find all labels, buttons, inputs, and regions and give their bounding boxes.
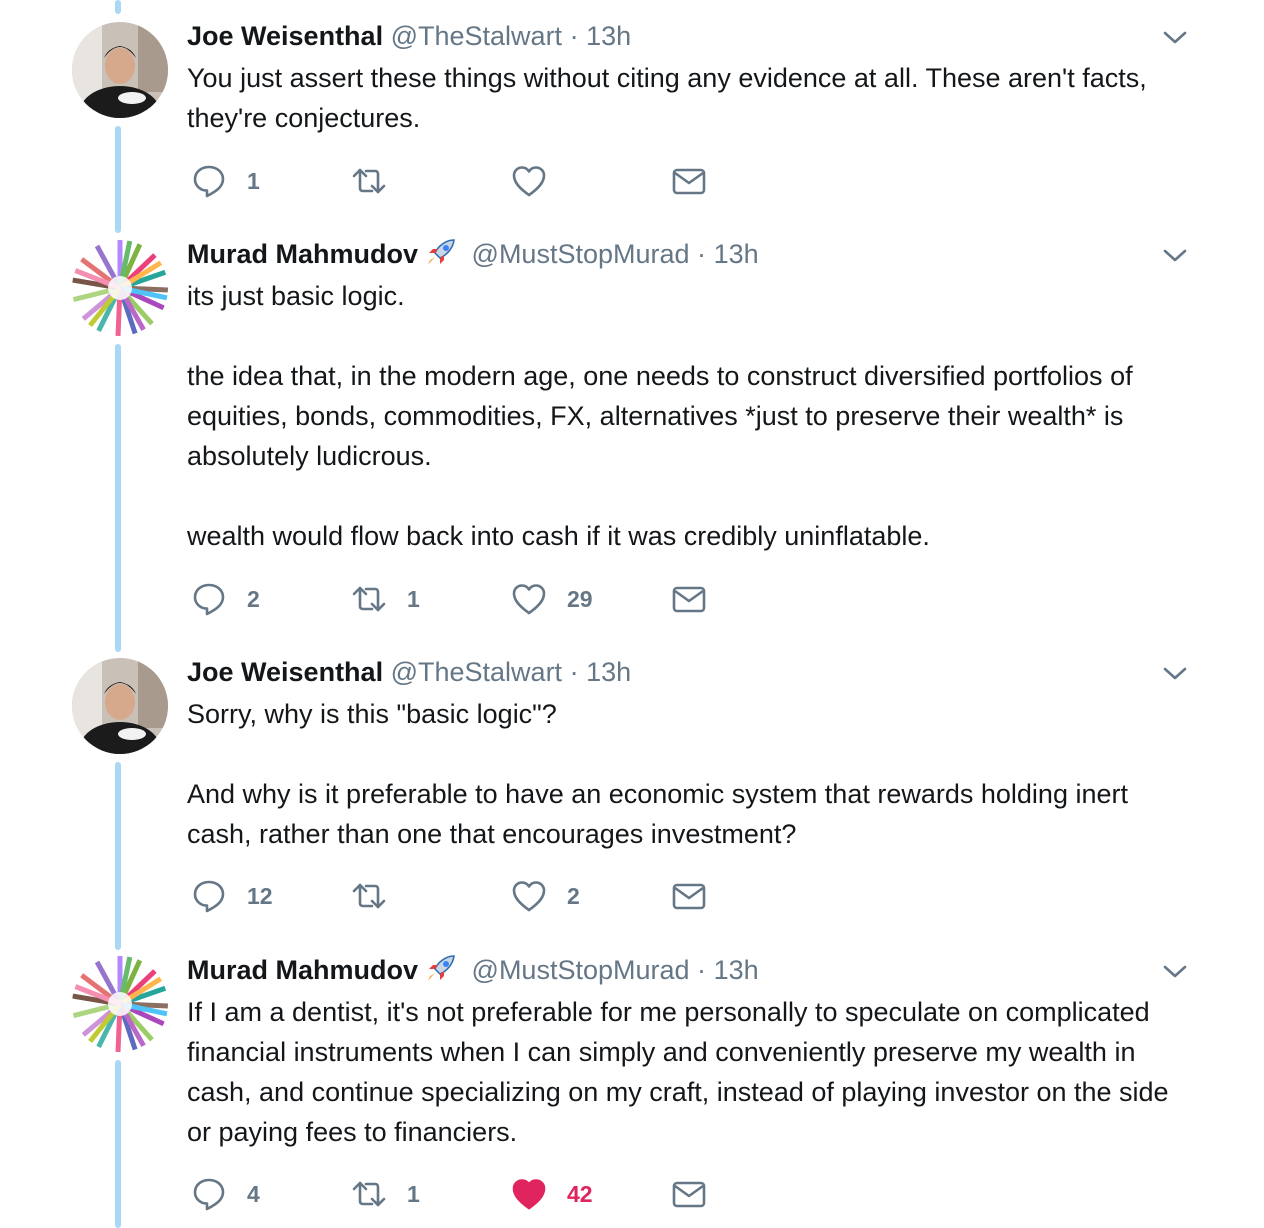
- envelope-icon: [672, 1181, 706, 1208]
- tweet[interactable]: Murad Mahmudov @MustStopMurad · 13h If I…: [0, 952, 1264, 1228]
- tweet-menu-caret[interactable]: [1160, 956, 1190, 986]
- direct-message-button[interactable]: [671, 161, 707, 201]
- tweet-menu-caret[interactable]: [1160, 22, 1190, 52]
- heart-icon: [512, 881, 546, 912]
- tweet-actions: 4 1 42: [187, 1174, 747, 1214]
- reply-icon: [193, 165, 225, 198]
- tweet-menu-caret[interactable]: [1160, 240, 1190, 270]
- like-button[interactable]: 2: [511, 876, 580, 916]
- reply-icon: [193, 583, 225, 616]
- display-name[interactable]: Joe Weisenthal: [187, 21, 383, 51]
- user-handle[interactable]: @MustStopMurad: [472, 955, 690, 985]
- separator-dot: ·: [569, 657, 579, 687]
- tweet-header: Joe Weisenthal @TheStalwart · 13h: [187, 18, 631, 54]
- heart-icon: [512, 166, 546, 197]
- retweet-icon: [352, 883, 386, 909]
- tweet-paragraph: the idea that, in the modern age, one ne…: [187, 361, 1133, 471]
- tweet[interactable]: Joe Weisenthal @TheStalwart · 13h Sorry,…: [0, 654, 1264, 934]
- envelope-icon: [672, 883, 706, 910]
- reply-count: 4: [247, 1180, 260, 1207]
- reply-button[interactable]: 2: [191, 579, 260, 619]
- retweet-button[interactable]: [351, 876, 407, 916]
- timestamp[interactable]: 13h: [714, 955, 759, 985]
- tweet-header: Murad Mahmudov @MustStopMurad · 13h: [187, 952, 759, 988]
- reply-button[interactable]: 1: [191, 161, 260, 201]
- like-count: 2: [567, 882, 580, 909]
- reply-button[interactable]: 4: [191, 1174, 260, 1214]
- starburst-avatar-image: [72, 956, 168, 1052]
- tweet-actions: 12 2: [187, 876, 747, 916]
- tweet-header: Joe Weisenthal @TheStalwart · 13h: [187, 654, 631, 690]
- display-name[interactable]: Joe Weisenthal: [187, 657, 383, 687]
- timestamp[interactable]: 13h: [586, 657, 631, 687]
- reply-icon: [193, 880, 225, 913]
- envelope-icon: [672, 586, 706, 613]
- tweet-text: Sorry, why is this "basic logic"? And wh…: [187, 694, 1197, 854]
- reply-button[interactable]: 12: [191, 876, 273, 916]
- retweet-icon: [352, 168, 386, 194]
- tweet-menu-caret[interactable]: [1160, 658, 1190, 688]
- heart-icon: [512, 1179, 546, 1210]
- tweet-paragraph: And why is it preferable to have an econ…: [187, 779, 1128, 849]
- timestamp[interactable]: 13h: [714, 239, 759, 269]
- like-button[interactable]: 29: [511, 579, 593, 619]
- tweet-paragraph: wealth would flow back into cash if it w…: [187, 521, 930, 551]
- retweet-icon: [352, 586, 386, 612]
- user-handle[interactable]: @TheStalwart: [391, 657, 562, 687]
- tweet-paragraph: Sorry, why is this "basic logic"?: [187, 699, 557, 729]
- retweet-count: 1: [407, 585, 420, 612]
- tweet-paragraph: If I am a dentist, it's not preferable f…: [187, 997, 1169, 1147]
- reply-count: 2: [247, 585, 260, 612]
- tweet-paragraph: You just assert these things without cit…: [187, 63, 1147, 133]
- tweet[interactable]: Murad Mahmudov @MustStopMurad · 13h its …: [0, 236, 1264, 636]
- like-count: 42: [567, 1180, 593, 1207]
- tweet-text: its just basic logic. the idea that, in …: [187, 276, 1197, 556]
- like-button[interactable]: [511, 161, 567, 201]
- chevron-down-icon: [1163, 249, 1187, 262]
- separator-dot: ·: [697, 239, 707, 269]
- tweet-text: You just assert these things without cit…: [187, 58, 1197, 138]
- avatar[interactable]: [72, 22, 168, 118]
- reply-count: 1: [247, 167, 260, 194]
- retweet-button[interactable]: 1: [351, 579, 420, 619]
- separator-dot: ·: [697, 955, 707, 985]
- user-handle[interactable]: @MustStopMurad: [472, 239, 690, 269]
- tweet-text: If I am a dentist, it's not preferable f…: [187, 992, 1197, 1152]
- tweet-actions: 1: [187, 161, 747, 201]
- tweet-paragraph: its just basic logic.: [187, 281, 405, 311]
- avatar[interactable]: [72, 240, 168, 336]
- tweet-header: Murad Mahmudov @MustStopMurad · 13h: [187, 236, 759, 272]
- tweet[interactable]: Joe Weisenthal @TheStalwart · 13h You ju…: [0, 18, 1264, 218]
- direct-message-button[interactable]: [671, 579, 707, 619]
- retweet-button[interactable]: 1: [351, 1174, 420, 1214]
- avatar[interactable]: [72, 956, 168, 1052]
- thread-line: [115, 0, 121, 14]
- avatar[interactable]: [72, 658, 168, 754]
- separator-dot: ·: [569, 21, 579, 51]
- rocket-emoji: [428, 239, 455, 265]
- chevron-down-icon: [1163, 31, 1187, 44]
- display-name[interactable]: Murad Mahmudov: [187, 239, 418, 269]
- like-count: 29: [567, 585, 593, 612]
- like-button[interactable]: 42: [511, 1174, 593, 1214]
- retweet-button[interactable]: [351, 161, 407, 201]
- chevron-down-icon: [1163, 965, 1187, 978]
- timestamp[interactable]: 13h: [586, 21, 631, 51]
- display-name[interactable]: Murad Mahmudov: [187, 955, 418, 985]
- reply-count: 12: [247, 882, 273, 909]
- tweet-actions: 2 1 29: [187, 579, 747, 619]
- envelope-icon: [672, 168, 706, 195]
- retweet-count: 1: [407, 1180, 420, 1207]
- chevron-down-icon: [1163, 667, 1187, 680]
- heart-icon: [512, 584, 546, 615]
- reply-icon: [193, 1178, 225, 1211]
- direct-message-button[interactable]: [671, 876, 707, 916]
- starburst-avatar-image: [72, 240, 168, 336]
- user-handle[interactable]: @TheStalwart: [391, 21, 562, 51]
- retweet-icon: [352, 1181, 386, 1207]
- direct-message-button[interactable]: [671, 1174, 707, 1214]
- rocket-emoji: [428, 955, 455, 981]
